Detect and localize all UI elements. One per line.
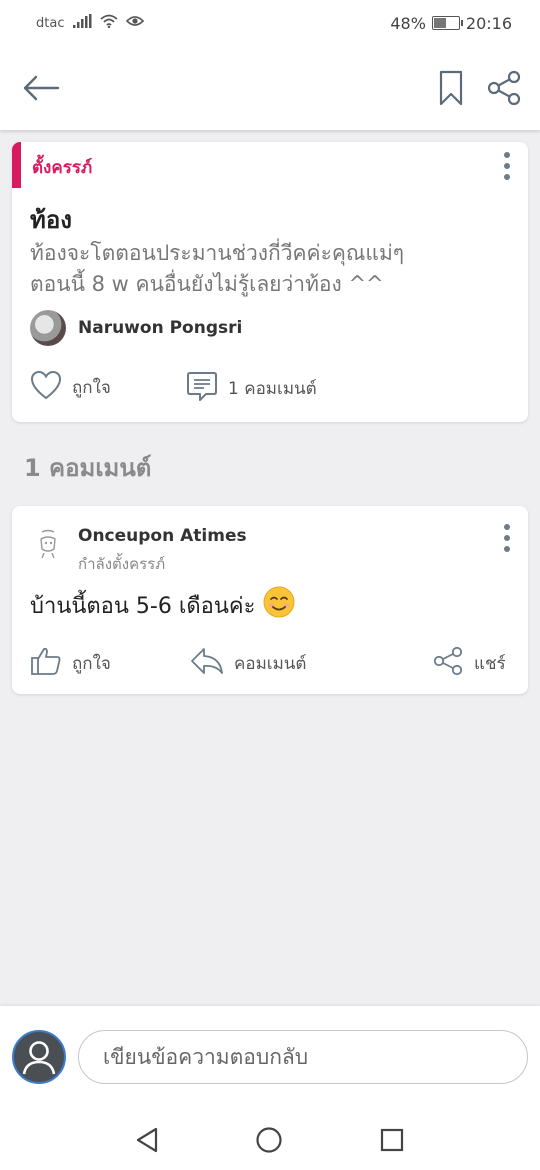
comment-bubble-icon bbox=[186, 370, 218, 407]
comment-share-button[interactable]: แชร์ bbox=[432, 646, 506, 681]
comments-heading: 1 คอมเมนต์ bbox=[24, 454, 152, 482]
status-left: dtac bbox=[36, 14, 145, 32]
like-label: ถูกใจ bbox=[72, 378, 111, 398]
post-body: ท้องจะโตตอนประมานช่วงกี่วีคค่ะคุณแม่ๆ ตอ… bbox=[30, 238, 510, 300]
comment-reply-button[interactable]: คอมเมนต์ bbox=[190, 646, 306, 681]
commenter-avatar[interactable] bbox=[30, 526, 66, 562]
app-bar bbox=[0, 46, 540, 130]
reply-bar bbox=[0, 1006, 540, 1110]
battery-icon bbox=[431, 16, 463, 30]
post-like-button[interactable]: ถูกใจ bbox=[30, 370, 111, 405]
eye-icon bbox=[126, 14, 145, 32]
clock: 20:16 bbox=[465, 13, 512, 33]
status-right: 48% 20:16 bbox=[390, 14, 512, 33]
reply-arrow-icon bbox=[190, 646, 224, 681]
bookmark-icon[interactable] bbox=[438, 70, 464, 106]
comment-card: Onceupon Atimes กำลังตั้งครรภ์ บ้านนี้ตอ… bbox=[12, 506, 528, 694]
author-name[interactable]: Naruwon Pongsri bbox=[78, 318, 242, 338]
share-icon bbox=[432, 646, 464, 681]
wifi-icon bbox=[100, 14, 119, 32]
post-comment-button[interactable]: 1 คอมเมนต์ bbox=[186, 370, 317, 407]
comment-text: บ้านนี้ตอน 5-6 เดือนค่ะ bbox=[30, 586, 295, 624]
app-bar-actions bbox=[438, 70, 522, 106]
back-triangle-icon[interactable] bbox=[135, 1127, 159, 1153]
comment-reply-label: คอมเมนต์ bbox=[234, 654, 307, 674]
comment-share-label: แชร์ bbox=[474, 654, 506, 674]
commenter-status: กำลังตั้งครรภ์ bbox=[78, 555, 166, 573]
comment-like-button[interactable]: ถูกใจ bbox=[30, 646, 111, 681]
user-avatar-icon[interactable] bbox=[12, 1030, 66, 1084]
comment-like-label: ถูกใจ bbox=[72, 654, 111, 674]
comment-more-menu-icon[interactable] bbox=[502, 524, 512, 552]
status-bar: dtac 48% 20:16 bbox=[0, 0, 540, 46]
reply-input[interactable] bbox=[78, 1030, 528, 1084]
author-avatar[interactable] bbox=[30, 310, 66, 346]
thumbs-up-icon bbox=[30, 646, 62, 681]
category-strip bbox=[12, 142, 21, 188]
post-body-line-1: ท้องจะโตตอนประมานช่วงกี่วีคค่ะคุณแม่ๆ bbox=[30, 241, 405, 265]
commenter-name[interactable]: Onceupon Atimes bbox=[78, 526, 247, 546]
signal-icon bbox=[72, 14, 92, 32]
recents-square-icon[interactable] bbox=[379, 1127, 405, 1153]
system-nav-bar bbox=[0, 1110, 540, 1170]
home-circle-icon[interactable] bbox=[255, 1126, 283, 1154]
share-icon[interactable] bbox=[486, 70, 522, 106]
battery-percent: 48% bbox=[390, 13, 426, 33]
battery-fill bbox=[433, 18, 447, 28]
comment-body: บ้านนี้ตอน 5-6 เดือนค่ะ bbox=[30, 593, 256, 619]
carrier-label: dtac bbox=[36, 15, 65, 31]
post-author[interactable]: Naruwon Pongsri bbox=[30, 310, 242, 346]
post-title: ท้อง bbox=[30, 206, 72, 234]
post-body-line-2: ตอนนี้ 8 w คนอื่นยังไม่รู้เลยว่าท้อง ^^ bbox=[30, 272, 384, 296]
comment-count-label: 1 คอมเมนต์ bbox=[228, 379, 317, 399]
post-more-menu-icon[interactable] bbox=[502, 152, 512, 180]
heart-icon bbox=[30, 370, 62, 405]
post-card: ตั้งครรภ์ ท้อง ท้องจะโตตอนประมานช่วงกี่ว… bbox=[12, 142, 528, 422]
category-tag[interactable]: ตั้งครรภ์ bbox=[32, 154, 92, 181]
smiling-face-emoji bbox=[263, 586, 295, 624]
back-arrow-icon[interactable] bbox=[22, 75, 60, 101]
